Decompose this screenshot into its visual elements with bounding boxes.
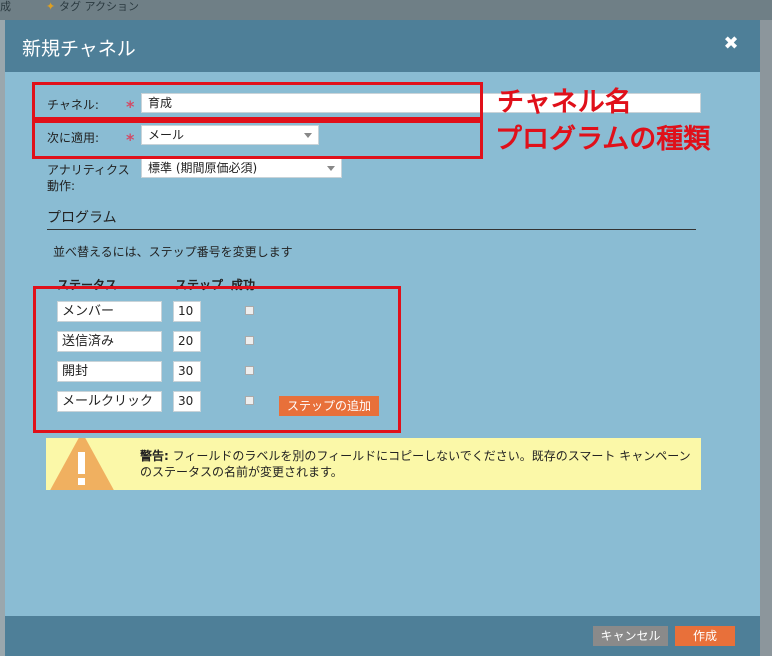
reorder-hint: 並べ替えるには、ステップ番号を変更します <box>53 245 293 259</box>
annotation-box-status-table <box>33 286 401 433</box>
cancel-button[interactable]: キャンセル <box>593 626 668 646</box>
background-menu-tag-action: タグ アクション <box>59 0 139 13</box>
annotation-box-program-type <box>32 120 483 159</box>
dialog-footer: キャンセル 作成 <box>5 616 760 656</box>
analytics-behavior-select[interactable]: 標準 (期間原価必須) <box>141 158 342 178</box>
background-app-toolbar: 成 ✦ タグ アクション <box>0 0 772 20</box>
analytics-behavior-value: 標準 (期間原価必須) <box>148 161 258 175</box>
warning-message: 警告: フィールドのラベルを別のフィールドにコピーしないでください。既存のスマー… <box>140 448 696 480</box>
warning-bold-label: 警告: <box>140 449 169 463</box>
warning-text: フィールドのラベルを別のフィールドにコピーしないでください。既存のスマート キャ… <box>140 449 691 479</box>
section-divider <box>47 229 696 230</box>
create-button[interactable]: 作成 <box>675 626 735 646</box>
dialog-title: 新規チャネル <box>22 38 136 60</box>
close-icon[interactable]: ✖ <box>722 35 740 53</box>
chevron-down-icon <box>327 166 335 171</box>
program-section-title: プログラム <box>47 210 117 226</box>
warning-icon <box>50 438 114 490</box>
dialog-titlebar: 新規チャネル ✖ <box>5 20 760 72</box>
annotation-box-channel <box>32 82 483 120</box>
annotation-label-program-type: プログラムの種類 <box>495 124 711 155</box>
analytics-label-line1: アナリティクス <box>47 163 130 177</box>
analytics-label-line2: 動作: <box>47 179 76 193</box>
background-menu-left: 成 <box>0 0 11 13</box>
annotation-label-channel-name: チャネル名 <box>497 87 632 118</box>
tag-icon: ✦ <box>46 0 56 13</box>
warning-banner: 警告: フィールドのラベルを別のフィールドにコピーしないでください。既存のスマー… <box>46 438 701 490</box>
